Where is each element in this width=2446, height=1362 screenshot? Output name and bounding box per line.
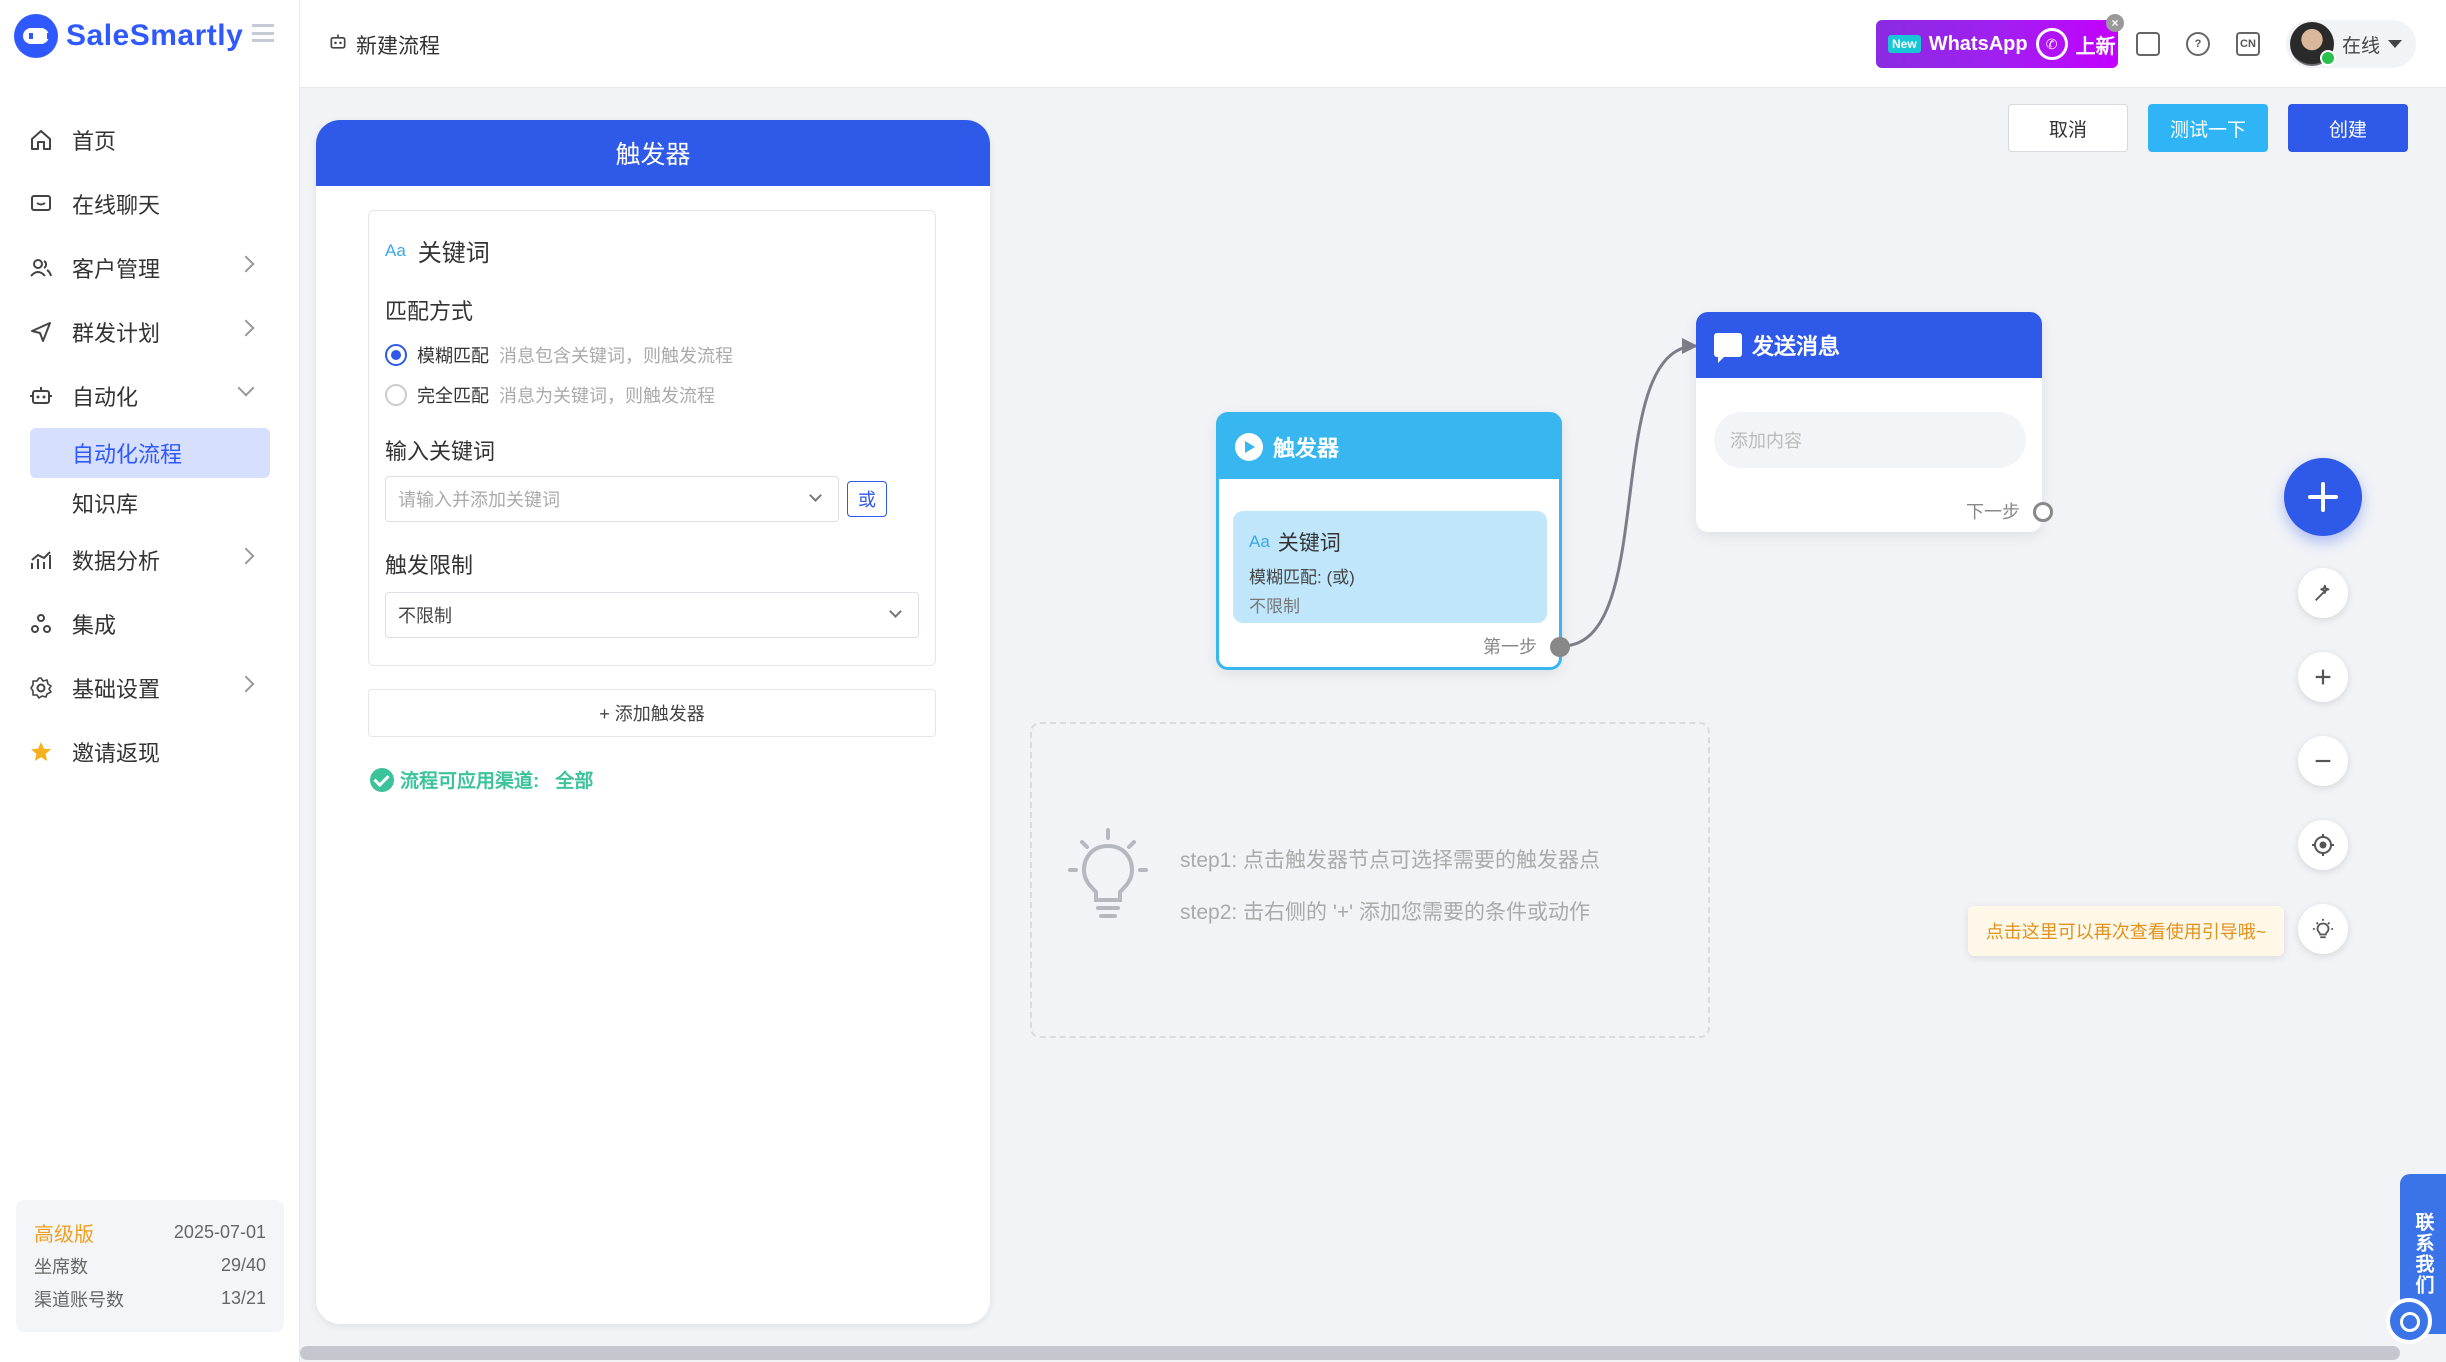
message-icon <box>1714 333 1742 363</box>
flow-connector <box>1561 338 1698 648</box>
play-icon <box>1235 433 1263 461</box>
trigger-node[interactable]: 触发器 Aa 关键词 模糊匹配: (或) 不限制 第一步 <box>1216 412 1570 670</box>
guide-step2: step2: 击右侧的 '+' 添加您需要的条件或动作 <box>1180 901 1590 924</box>
text-type-icon: Aa <box>1249 532 1270 551</box>
trigger-summary[interactable]: Aa 关键词 模糊匹配: (或) 不限制 <box>1233 511 1547 623</box>
add-node-button[interactable] <box>2284 458 2362 536</box>
guide-step1: step1: 点击触发器节点可选择需要的触发器点 <box>1180 849 1601 872</box>
guide-tooltip[interactable]: 点击这里可以再次查看使用引导哦~ <box>1968 906 2284 956</box>
trigger-limit-text: 不限制 <box>1249 597 1300 616</box>
send-message-node[interactable]: 发送消息 添加内容 下一步 <box>1696 312 2053 532</box>
locate-icon[interactable] <box>2298 820 2348 870</box>
magic-wand-icon[interactable] <box>2298 568 2348 618</box>
step-label: 第一步 <box>1483 637 1537 657</box>
guide-lightbulb-icon[interactable] <box>2298 904 2348 954</box>
chat-bubble-icon[interactable] <box>2386 1298 2432 1344</box>
step-label: 下一步 <box>1966 502 2020 522</box>
output-port[interactable] <box>1550 637 1570 657</box>
add-content-input[interactable]: 添加内容 <box>1714 412 2026 468</box>
zoom-in-icon[interactable] <box>2298 652 2348 702</box>
trigger-match-text: 模糊匹配: (或) <box>1249 568 1355 587</box>
node-title: 触发器 <box>1273 436 1340 461</box>
node-title: 发送消息 <box>1752 334 1841 359</box>
lightbulb-icon <box>1068 828 1148 918</box>
trigger-keyword-title: 关键词 <box>1277 532 1341 555</box>
usage-guide: step1: 点击触发器节点可选择需要的触发器点 step2: 击右侧的 '+'… <box>1030 722 1710 1038</box>
horizontal-scrollbar[interactable] <box>300 1346 2400 1360</box>
output-port[interactable] <box>2033 502 2053 522</box>
zoom-out-icon[interactable] <box>2298 736 2348 786</box>
